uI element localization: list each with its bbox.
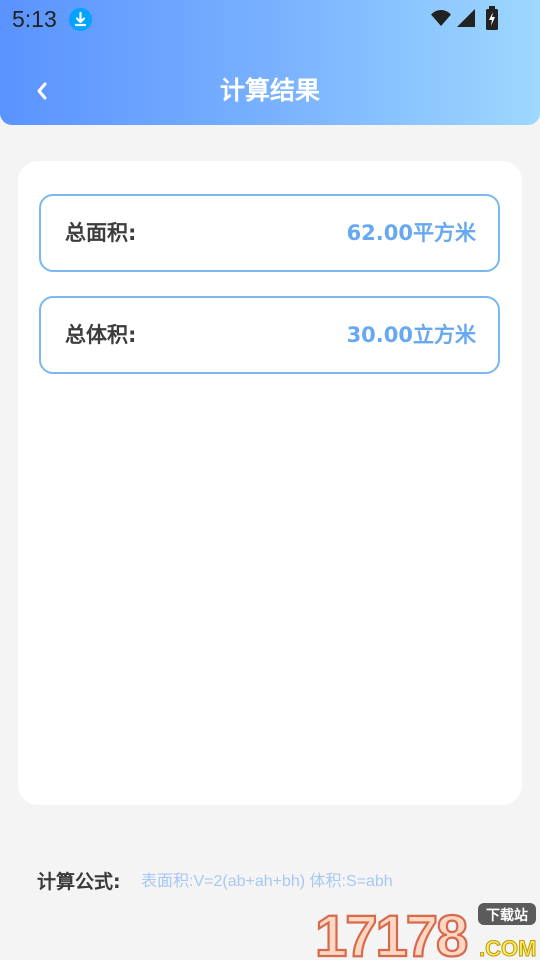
signal-icon — [456, 8, 476, 28]
total-area-value: 62.00平方米 — [346, 221, 476, 245]
top-header: 5:13 计算结果 — [0, 0, 540, 125]
status-bar: 5:13 — [0, 0, 540, 38]
wifi-icon — [430, 9, 452, 27]
watermark-suffix: .COM — [479, 936, 536, 960]
total-volume-value: 30.00立方米 — [346, 323, 476, 347]
total-area-row: 总面积: 62.00平方米 — [39, 194, 500, 272]
watermark-logo: 17178 下载站 .COM — [315, 898, 540, 960]
download-icon — [69, 8, 92, 31]
watermark-brand: 17178 — [315, 904, 467, 960]
total-volume-label: 总体积: — [65, 323, 137, 347]
battery-icon — [485, 6, 499, 30]
total-area-label: 总面积: — [65, 221, 137, 245]
total-volume-row: 总体积: 30.00立方米 — [39, 296, 500, 374]
page-title: 计算结果 — [219, 76, 320, 105]
result-card: 总面积: 62.00平方米 总体积: 30.00立方米 — [18, 161, 522, 805]
status-time: 5:13 — [12, 6, 57, 32]
calculation-result-screen: 5:13 计算结果 总面积: 62.00平方米 总体积: 30.00立方米 计算… — [0, 0, 540, 960]
watermark-badge: 下载站 — [486, 907, 528, 924]
formula-text: 表面积:V=2(ab+ah+bh) 体积:S=abh — [141, 873, 393, 890]
formula-label: 计算公式: — [37, 871, 121, 893]
